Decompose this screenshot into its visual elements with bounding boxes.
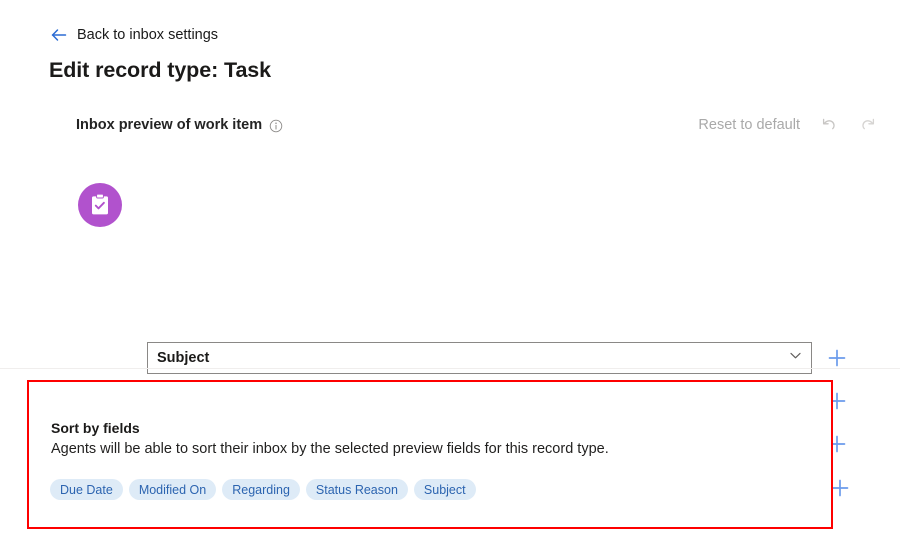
redo-icon[interactable] [858, 115, 878, 135]
inbox-preview-heading: Inbox preview of work item [76, 117, 283, 133]
sort-by-fields-description: Agents will be able to sort their inbox … [51, 441, 609, 457]
preview-row: Subject [147, 342, 848, 374]
page-title: Edit record type: Task [49, 58, 272, 82]
preview-field-select[interactable]: Subject [147, 342, 812, 374]
sort-field-chip[interactable]: Due Date [50, 479, 123, 500]
sort-field-chip[interactable]: Modified On [128, 479, 217, 500]
section-header: Inbox preview of work item Reset to defa… [76, 117, 878, 139]
back-link-label: Back to inbox settings [77, 26, 219, 43]
reset-to-default-button[interactable]: Reset to default [698, 117, 800, 133]
back-to-inbox-settings-link[interactable]: Back to inbox settings [50, 26, 218, 44]
inbox-preview-rows: Subject Due Date Regarding [0, 170, 900, 504]
chevron-down-icon [789, 349, 805, 367]
add-field-button[interactable] [826, 347, 848, 369]
sort-field-chip-list: Due Date Modified On Regarding Status Re… [50, 479, 476, 500]
header-actions: Reset to default [698, 115, 878, 135]
sort-field-chip[interactable]: Regarding [222, 479, 300, 500]
sort-field-chip[interactable]: Status Reason [305, 479, 408, 500]
sort-by-fields-section: Sort by fields Agents will be able to so… [27, 380, 833, 529]
inbox-preview-label: Inbox preview of work item [76, 117, 263, 133]
preview-field-value: Subject [157, 350, 210, 366]
sort-by-fields-title: Sort by fields [51, 420, 140, 436]
undo-icon[interactable] [819, 115, 839, 135]
arrow-left-icon [50, 26, 68, 44]
sort-field-chip[interactable]: Subject [413, 479, 476, 500]
info-circle-icon[interactable] [269, 118, 283, 133]
section-divider [0, 368, 900, 369]
